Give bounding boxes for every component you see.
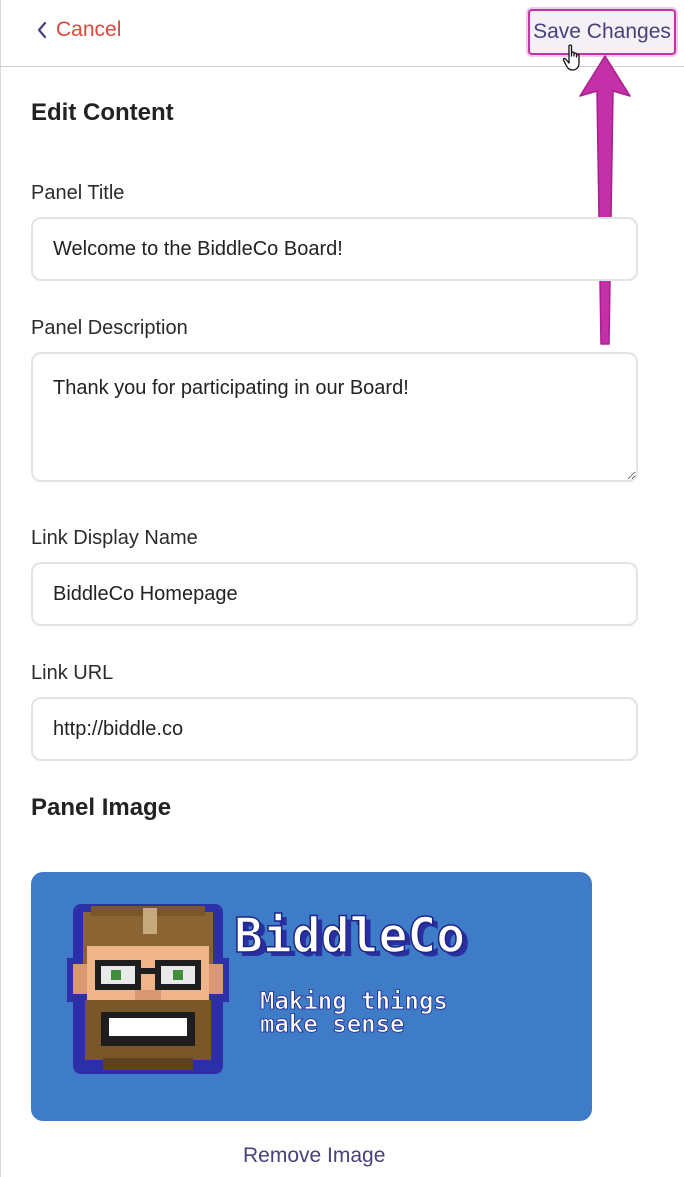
panel-title-label: Panel Title [31, 182, 125, 204]
link-display-name-label: Link Display Name [31, 527, 198, 549]
save-changes-button[interactable]: Save Changes [528, 9, 676, 55]
panel-description-textarea[interactable]: Thank you for participating in our Board… [31, 352, 638, 482]
avatar-illustration [67, 904, 229, 1074]
remove-image-link[interactable]: Remove Image [243, 1144, 385, 1168]
edit-content-heading: Edit Content [31, 99, 174, 126]
link-url-input[interactable] [31, 697, 638, 761]
cancel-label: Cancel [56, 18, 122, 41]
tagline-line-2: make sense [260, 1010, 405, 1038]
chevron-left-icon [37, 21, 47, 39]
hand-pointer-icon [562, 44, 580, 71]
panel-image-preview: BiddleCo BiddleCo Making things make sen… [31, 872, 592, 1121]
window-edge [0, 0, 1, 1177]
cancel-button[interactable]: Cancel [36, 18, 121, 42]
logo-text: BiddleCo [234, 908, 465, 964]
panel-image-heading: Panel Image [31, 794, 172, 821]
link-url-label: Link URL [31, 662, 114, 684]
biddleco-logo: BiddleCo BiddleCo Making things make sen… [67, 904, 470, 1074]
annotation-arrow [579, 55, 631, 345]
save-changes-label: Save Changes [533, 20, 671, 43]
panel-title-input[interactable] [31, 217, 638, 281]
panel-description-label: Panel Description [31, 317, 188, 339]
link-display-name-input[interactable] [31, 562, 638, 626]
